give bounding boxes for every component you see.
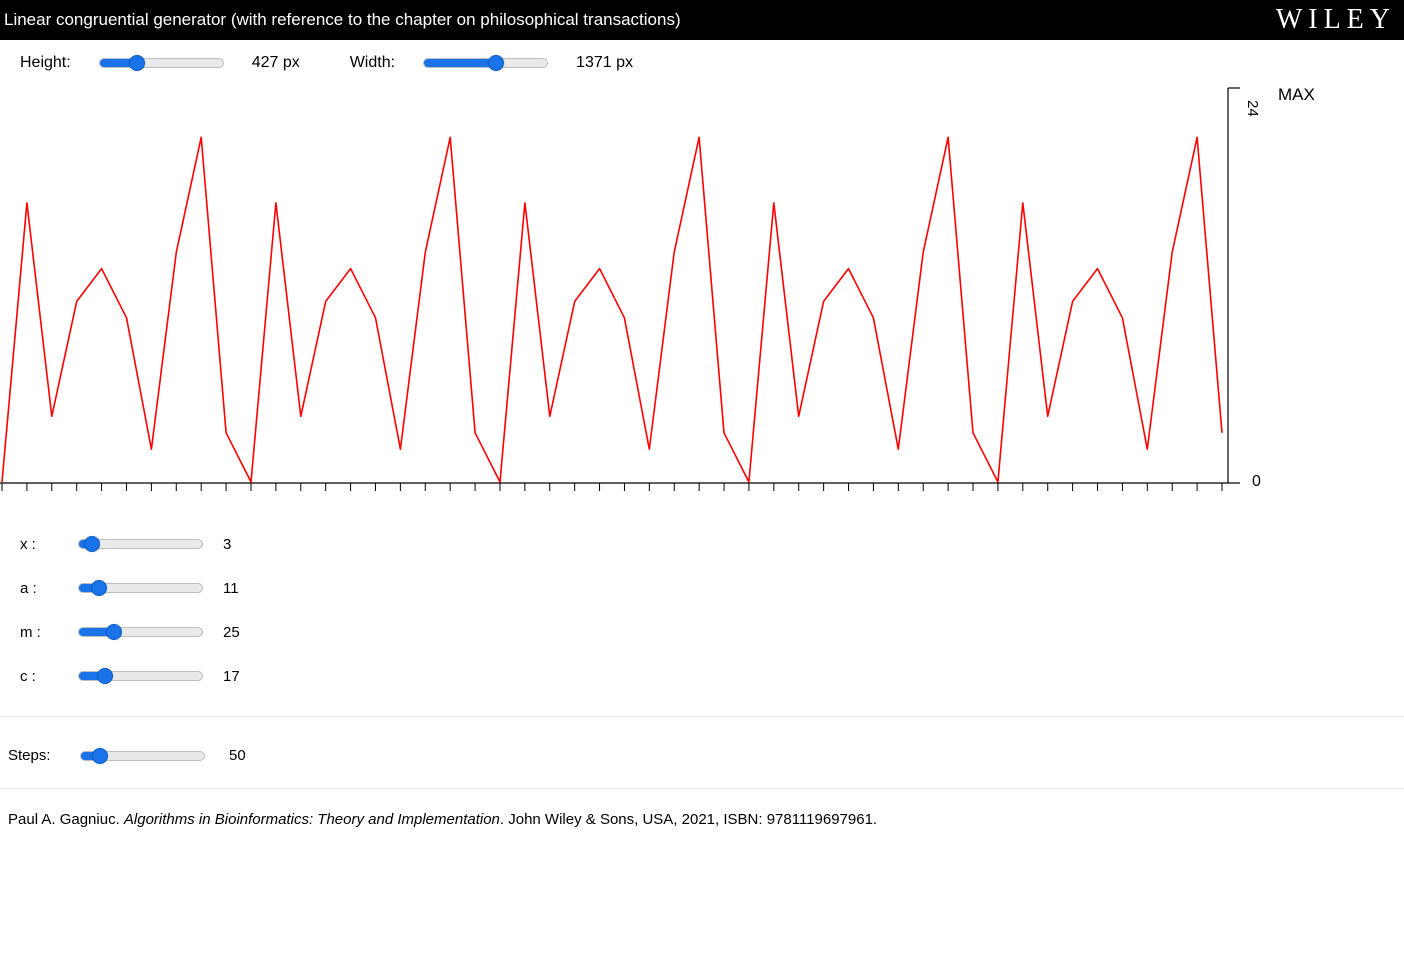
param-value: 3 bbox=[223, 536, 231, 553]
width-value: 1371 px bbox=[576, 54, 646, 72]
height-label: Height: bbox=[20, 54, 71, 72]
citation-author: Paul A. Gagniuc. bbox=[8, 811, 124, 828]
steps-row: Steps: 50 bbox=[0, 717, 1404, 789]
svg-text:0: 0 bbox=[1252, 473, 1261, 490]
dimensions-row: Height: 427 px Width: 1371 px bbox=[0, 40, 1404, 80]
param-label: m : bbox=[20, 624, 58, 641]
svg-text:MAX: MAX bbox=[1278, 85, 1315, 104]
steps-value: 50 bbox=[229, 747, 246, 764]
citation: Paul A. Gagniuc. Algorithms in Bioinform… bbox=[0, 789, 1404, 868]
brand-logo: WILEY bbox=[1276, 4, 1396, 36]
param-row: m : 25 bbox=[20, 610, 1404, 654]
param-row: x : 3 bbox=[20, 522, 1404, 566]
page-title: Linear congruential generator (with refe… bbox=[4, 10, 681, 30]
param-value: 11 bbox=[223, 580, 239, 597]
citation-title: Algorithms in Bioinformatics: Theory and… bbox=[124, 811, 500, 828]
param-row: c : 17 bbox=[20, 654, 1404, 698]
param-label: c : bbox=[20, 668, 58, 685]
steps-label: Steps: bbox=[8, 747, 56, 764]
app-header: Linear congruential generator (with refe… bbox=[0, 0, 1404, 40]
citation-rest: . John Wiley & Sons, USA, 2021, ISBN: 97… bbox=[500, 811, 877, 828]
param-label: a : bbox=[20, 580, 58, 597]
svg-text:24: 24 bbox=[1244, 100, 1261, 117]
width-label: Width: bbox=[350, 54, 395, 72]
lcg-line-chart: MAX 24 0 bbox=[0, 84, 1394, 494]
param-value: 17 bbox=[223, 668, 240, 685]
param-slider[interactable] bbox=[78, 539, 203, 549]
height-slider[interactable] bbox=[99, 58, 224, 68]
steps-slider[interactable] bbox=[80, 751, 205, 761]
param-slider[interactable] bbox=[78, 583, 203, 593]
param-slider[interactable] bbox=[78, 671, 203, 681]
chart-container: MAX 24 0 bbox=[0, 84, 1394, 494]
lcg-parameters: x : 3 a : 11 m : 25 c : 17 bbox=[0, 518, 1404, 717]
param-row: a : 11 bbox=[20, 566, 1404, 610]
param-slider[interactable] bbox=[78, 627, 203, 637]
param-value: 25 bbox=[223, 624, 240, 641]
width-slider[interactable] bbox=[423, 58, 548, 68]
param-label: x : bbox=[20, 536, 58, 553]
height-value: 427 px bbox=[252, 54, 322, 72]
